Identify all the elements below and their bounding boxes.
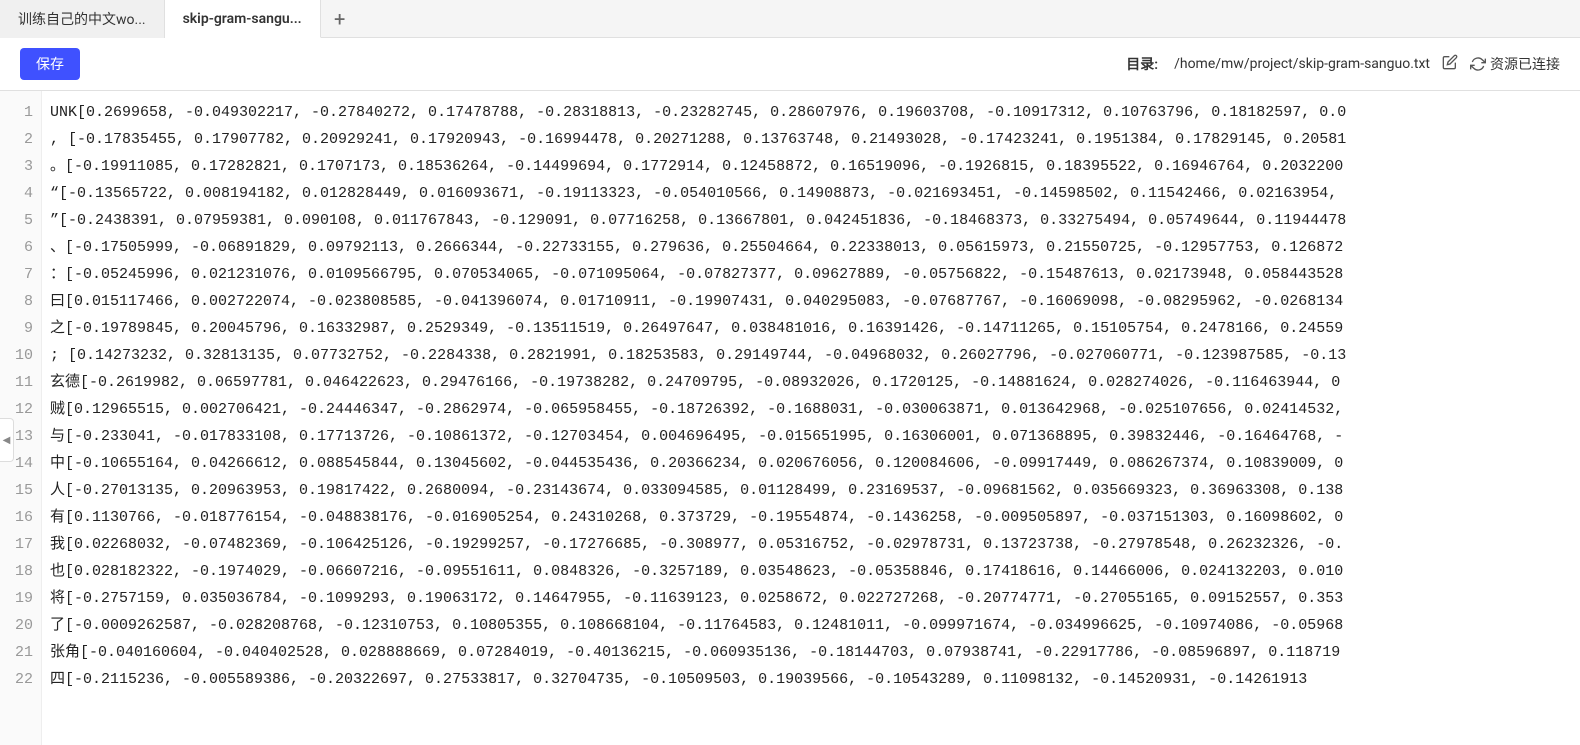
line-number: 19: [12, 585, 33, 612]
refresh-icon: [1470, 56, 1486, 72]
line-number: 8: [12, 288, 33, 315]
content-line: 玄德[-0.2619982, 0.06597781, 0.046422623, …: [50, 369, 1580, 396]
path-value: /home/mw/project/skip-gram-sanguo.txt: [1174, 56, 1430, 72]
tab-active[interactable]: skip-gram-sangu...: [165, 0, 321, 38]
content-line: , [-0.17835455, 0.17907782, 0.20929241, …: [50, 126, 1580, 153]
line-number: 2: [12, 126, 33, 153]
line-number: 1: [12, 99, 33, 126]
content-line: ; [0.14273232, 0.32813135, 0.07732752, -…: [50, 342, 1580, 369]
content-line: 将[-0.2757159, 0.035036784, -0.1099293, 0…: [50, 585, 1580, 612]
content-line: 了[-0.0009262587, -0.028208768, -0.123107…: [50, 612, 1580, 639]
content-line: 也[0.028182322, -0.1974029, -0.06607216, …: [50, 558, 1580, 585]
line-number: 10: [12, 342, 33, 369]
editor[interactable]: 12345678910111213141516171819202122 UNK[…: [0, 91, 1580, 745]
line-number: 6: [12, 234, 33, 261]
content-line: 有[0.1130766, -0.018776154, -0.048838176,…: [50, 504, 1580, 531]
content-line: 曰[0.015117466, 0.002722074, -0.023808585…: [50, 288, 1580, 315]
content-line: 贼[0.12965515, 0.002706421, -0.24446347, …: [50, 396, 1580, 423]
status-label: 资源已连接: [1490, 54, 1560, 74]
line-number: 9: [12, 315, 33, 342]
content-line: 我[0.02268032, -0.07482369, -0.106425126,…: [50, 531, 1580, 558]
content-line: ”[-0.2438391, 0.07959381, 0.090108, 0.01…: [50, 207, 1580, 234]
content-line: 中[-0.10655164, 0.04266612, 0.088545844, …: [50, 450, 1580, 477]
content-line: 、[-0.17505999, -0.06891829, 0.09792113, …: [50, 234, 1580, 261]
line-number: 14: [12, 450, 33, 477]
line-number: 3: [12, 153, 33, 180]
line-number: 5: [12, 207, 33, 234]
collapse-handle[interactable]: ◀: [0, 418, 14, 462]
line-number: 7: [12, 261, 33, 288]
content-line: ：[-0.05245996, 0.021231076, 0.0109566795…: [50, 261, 1580, 288]
line-number: 11: [12, 369, 33, 396]
line-number: 16: [12, 504, 33, 531]
line-number: 22: [12, 666, 33, 693]
line-number: 18: [12, 558, 33, 585]
content-line: 人[-0.27013135, 0.20963953, 0.19817422, 0…: [50, 477, 1580, 504]
toolbar: 保存 目录: /home/mw/project/skip-gram-sanguo…: [0, 38, 1580, 91]
content-line: 之[-0.19789845, 0.20045796, 0.16332987, 0…: [50, 315, 1580, 342]
content-line: 张角[-0.040160604, -0.040402528, 0.0288886…: [50, 639, 1580, 666]
add-tab-button[interactable]: +: [321, 0, 359, 38]
line-number: 21: [12, 639, 33, 666]
connection-status: 资源已连接: [1470, 54, 1560, 74]
path-label: 目录:: [1126, 54, 1158, 74]
line-number: 15: [12, 477, 33, 504]
save-button[interactable]: 保存: [20, 48, 80, 80]
line-number: 17: [12, 531, 33, 558]
content-line: 。[-0.19911085, 0.17282821, 0.1707173, 0.…: [50, 153, 1580, 180]
line-number: 12: [12, 396, 33, 423]
tabs-bar: 训练自己的中文wo... skip-gram-sangu... +: [0, 0, 1580, 38]
line-number: 20: [12, 612, 33, 639]
line-number: 13: [12, 423, 33, 450]
line-number: 4: [12, 180, 33, 207]
content-line: 四[-0.2115236, -0.005589386, -0.20322697,…: [50, 666, 1580, 693]
content-line: 与[-0.233041, -0.017833108, 0.17713726, -…: [50, 423, 1580, 450]
content-line: UNK[0.2699658, -0.049302217, -0.27840272…: [50, 99, 1580, 126]
content-line: “[-0.13565722, 0.008194182, 0.012828449,…: [50, 180, 1580, 207]
edit-path-icon[interactable]: [1442, 54, 1458, 74]
editor-content[interactable]: UNK[0.2699658, -0.049302217, -0.27840272…: [42, 91, 1580, 745]
tab-inactive[interactable]: 训练自己的中文wo...: [0, 0, 165, 38]
